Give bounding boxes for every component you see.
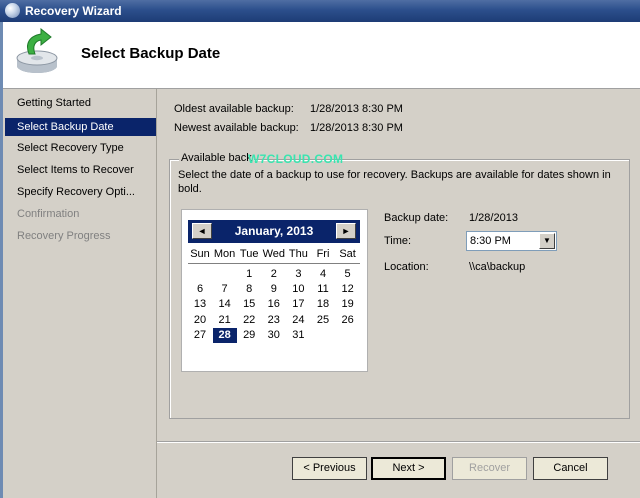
calendar-day[interactable]: 3 bbox=[286, 267, 310, 282]
recover-button: Recover bbox=[452, 457, 527, 480]
weekday-header: Tue bbox=[239, 248, 259, 260]
backup-disk-icon bbox=[16, 28, 58, 73]
window-title: Recovery Wizard bbox=[25, 4, 122, 18]
calendar-day[interactable]: 30 bbox=[262, 328, 286, 343]
weekday-header: Sat bbox=[339, 248, 356, 260]
time-dropdown[interactable]: 8:30 PM ▼ bbox=[466, 231, 557, 251]
wizard-content: Oldest available backup: 1/28/2013 8:30 … bbox=[157, 89, 640, 498]
wizard-header: Select Backup Date bbox=[3, 22, 640, 89]
calendar-day[interactable]: 20 bbox=[188, 313, 212, 328]
calendar-day[interactable]: 8 bbox=[237, 282, 261, 297]
calendar-day[interactable]: 15 bbox=[237, 297, 261, 312]
calendar-day[interactable]: 21 bbox=[213, 313, 237, 328]
calendar-day[interactable]: 10 bbox=[286, 282, 310, 297]
nav-item-specify-recovery-options[interactable]: Specify Recovery Opti... bbox=[5, 183, 156, 201]
nav-item-recovery-progress: Recovery Progress bbox=[17, 230, 111, 242]
calendar-day[interactable]: 18 bbox=[311, 297, 335, 312]
group-description: Select the date of a backup to use for r… bbox=[178, 169, 611, 195]
prev-month-button[interactable]: ◄ bbox=[192, 223, 212, 239]
title-bar[interactable]: Recovery Wizard bbox=[0, 0, 640, 22]
nav-item-select-items-to-recover[interactable]: Select Items to Recover bbox=[5, 161, 156, 179]
cancel-button[interactable]: Cancel bbox=[533, 457, 608, 480]
previous-button[interactable]: < Previous bbox=[292, 457, 367, 480]
chevron-right-icon: ► bbox=[341, 226, 351, 236]
calendar-day[interactable]: 29 bbox=[237, 328, 261, 343]
oldest-backup-label: Oldest available backup: bbox=[174, 103, 294, 115]
calendar-day[interactable]: 24 bbox=[286, 313, 310, 328]
location-label: Location: bbox=[384, 261, 429, 273]
weekday-header: Fri bbox=[316, 248, 330, 260]
newest-backup-value: 1/28/2013 8:30 PM bbox=[310, 122, 403, 134]
nav-item-select-recovery-type[interactable]: Select Recovery Type bbox=[5, 139, 156, 157]
calendar-day[interactable]: 22 bbox=[237, 313, 261, 328]
calendar-day[interactable]: 5 bbox=[336, 267, 360, 282]
calendar-divider bbox=[188, 263, 360, 264]
nav-item-select-backup-date[interactable]: Select Backup Date bbox=[5, 118, 156, 136]
weekday-header: Mon bbox=[213, 248, 236, 260]
calendar-day[interactable]: 23 bbox=[262, 313, 286, 328]
nav-item-getting-started[interactable]: Getting Started bbox=[5, 94, 156, 112]
calendar-day-selected[interactable]: 28 bbox=[212, 327, 237, 343]
calendar-day[interactable]: 2 bbox=[262, 267, 286, 282]
time-label: Time: bbox=[384, 235, 412, 247]
calendar-day[interactable]: 12 bbox=[336, 282, 360, 297]
calendar-day[interactable]: 16 bbox=[262, 297, 286, 312]
page-title: Select Backup Date bbox=[81, 45, 221, 62]
calendar-day[interactable]: 27 bbox=[188, 328, 212, 343]
calendar-day[interactable]: 17 bbox=[286, 297, 310, 312]
next-month-button[interactable]: ► bbox=[336, 223, 356, 239]
weekday-header: Wed bbox=[262, 248, 285, 260]
nav-item-confirmation: Confirmation bbox=[17, 208, 80, 220]
calendar-day[interactable]: 19 bbox=[336, 297, 360, 312]
weekday-header: Thu bbox=[288, 248, 308, 260]
backup-calendar[interactable]: ◄ January, 2013 ► Sun Mon Tue Wed Thu Fri Sat … bbox=[181, 209, 368, 372]
oldest-backup-value: 1/28/2013 8:30 PM bbox=[310, 103, 403, 115]
calendar-day[interactable]: 25 bbox=[311, 313, 335, 328]
calendar-day[interactable]: 14 bbox=[213, 297, 237, 312]
group-legend: Available back bbox=[179, 152, 254, 164]
backup-date-value: 1/28/2013 bbox=[469, 212, 518, 224]
calendar-header: ◄ January, 2013 ► bbox=[188, 220, 360, 243]
calendar-month-title: January, 2013 bbox=[234, 224, 314, 238]
next-button[interactable]: Next > bbox=[371, 457, 446, 480]
button-divider bbox=[157, 441, 640, 442]
wizard-steps-nav: Getting Started Select Backup Date Selec… bbox=[3, 89, 157, 498]
watermark-logo: W7CLOUD.COM bbox=[248, 152, 344, 166]
time-selected-value: 8:30 PM bbox=[470, 235, 511, 247]
app-icon bbox=[5, 3, 20, 18]
calendar-day[interactable]: 31 bbox=[286, 328, 310, 343]
newest-backup-label: Newest available backup: bbox=[174, 122, 299, 134]
location-value: \\ca\backup bbox=[469, 261, 526, 273]
calendar-day[interactable]: 4 bbox=[311, 267, 335, 282]
calendar-day[interactable]: 1 bbox=[237, 267, 261, 282]
dropdown-arrow-icon[interactable]: ▼ bbox=[539, 233, 555, 249]
chevron-left-icon: ◄ bbox=[197, 226, 207, 236]
calendar-day[interactable]: 6 bbox=[188, 282, 212, 297]
weekday-header: Sun bbox=[190, 248, 210, 260]
calendar-day[interactable]: 7 bbox=[213, 282, 237, 297]
backup-date-label: Backup date: bbox=[384, 212, 449, 224]
calendar-day[interactable]: 11 bbox=[311, 282, 335, 297]
calendar-day[interactable]: 13 bbox=[188, 297, 212, 312]
calendar-day[interactable]: 9 bbox=[262, 282, 286, 297]
calendar-day[interactable]: 26 bbox=[336, 313, 360, 328]
